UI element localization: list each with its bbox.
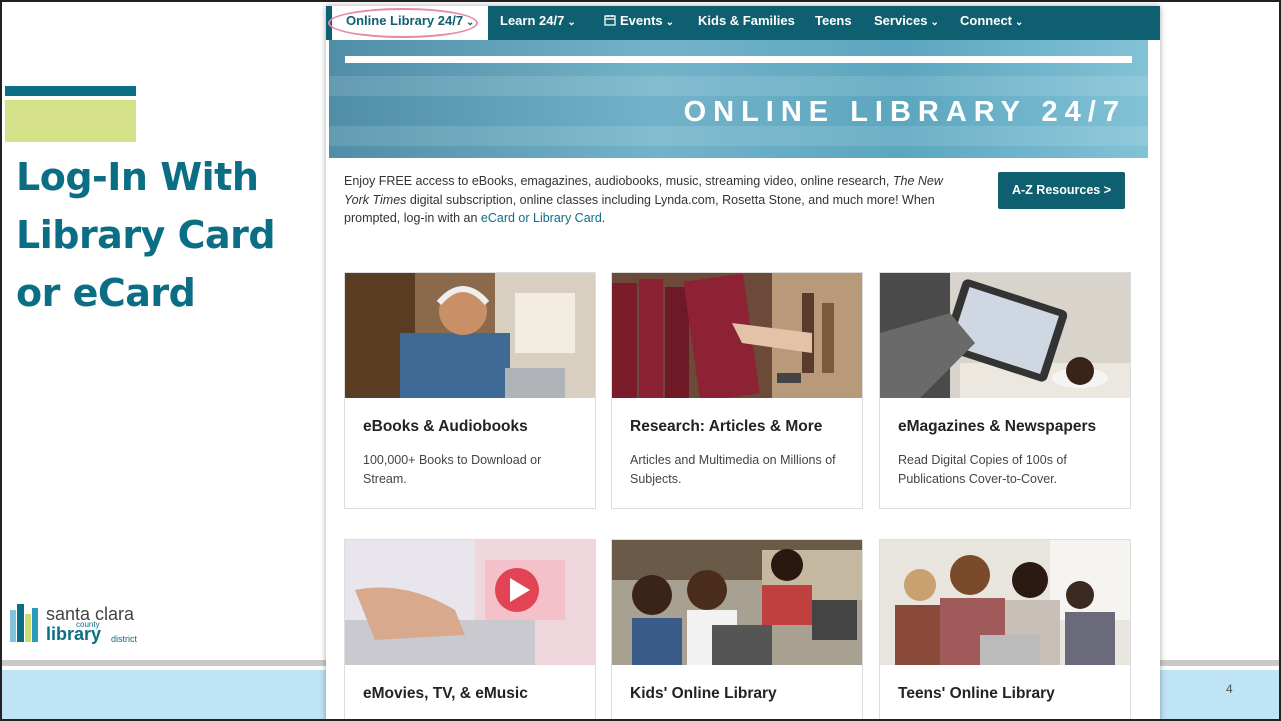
accent-bar-lime (5, 100, 136, 142)
nav-label: Teens (815, 13, 852, 28)
card-research[interactable]: Research: Articles & More Articles and M… (611, 272, 863, 509)
nav-kids-families[interactable]: Kids & Families (698, 6, 795, 40)
highlight-circle (328, 8, 478, 38)
slide-title: Log-In With Library Card or eCard (16, 155, 276, 315)
card-title: eMovies, TV, & eMusic (363, 685, 528, 702)
card-ebooks[interactable]: eBooks & Audiobooks 100,000+ Books to Do… (344, 272, 596, 509)
hero-texture (329, 126, 1148, 146)
hero-banner: ONLINE LIBRARY 24/7 (329, 40, 1148, 158)
card-title: eMagazines & Newspapers (898, 418, 1097, 435)
nav-label: Connect (960, 13, 1012, 28)
hero-strip (345, 56, 1132, 63)
card-kids[interactable]: Kids' Online Library (611, 539, 863, 719)
card-image (880, 273, 1130, 398)
main-nav: Online Library 24/7 ⌄ Learn 24/7 ⌄ Events ⌄… (326, 6, 1160, 40)
nav-label: Services (874, 13, 928, 28)
card-emagazines[interactable]: eMagazines & Newspapers Read Digital Cop… (879, 272, 1131, 509)
nav-learn[interactable]: Learn 24/7 ⌄ (500, 6, 576, 40)
chevron-down-icon: ⌄ (665, 17, 675, 28)
chevron-down-icon: ⌄ (930, 17, 939, 28)
nav-label: Kids & Families (698, 13, 795, 28)
logo-text-library: library (46, 624, 102, 644)
intro-part: . (601, 211, 606, 225)
website-screenshot: Online Library 24/7 ⌄ Learn 24/7 ⌄ Events ⌄… (326, 6, 1160, 719)
card-image (345, 540, 595, 665)
ecard-link[interactable]: eCard or Library Card (481, 211, 602, 225)
card-image (345, 273, 595, 398)
card-emovies[interactable]: eMovies, TV, & eMusic (344, 539, 596, 719)
hero-texture (329, 76, 1148, 96)
santa-clara-library-logo: santa clara county library district (8, 602, 148, 646)
card-title: Research: Articles & More (630, 418, 823, 435)
card-image (880, 540, 1130, 665)
card-description: 100,000+ Books to Download or Stream. (363, 453, 542, 486)
nav-teens[interactable]: Teens (815, 6, 852, 40)
nav-events[interactable]: Events ⌄ (604, 6, 674, 40)
nav-label: Events (620, 13, 663, 28)
card-description: Read Digital Copies of 100s of Publicati… (898, 453, 1067, 486)
intro-part: digital subscription, online classes inc… (344, 192, 935, 226)
card-title: Kids' Online Library (630, 685, 777, 702)
logo-text-district: district (111, 634, 138, 644)
accent-bar-teal (5, 86, 136, 96)
nav-connect[interactable]: Connect ⌄ (960, 6, 1023, 40)
card-title: Teens' Online Library (898, 685, 1055, 702)
calendar-icon (604, 15, 616, 26)
card-title: eBooks & Audiobooks (363, 418, 528, 435)
intro-part: Enjoy FREE access to eBooks, emagazines,… (344, 174, 893, 188)
page-number: 4 (1226, 682, 1233, 696)
slide: Log-In With Library Card or eCard 4 sant… (0, 0, 1281, 721)
chevron-down-icon: ⌄ (567, 17, 576, 28)
card-teens[interactable]: Teens' Online Library (879, 539, 1131, 719)
card-description: Articles and Multimedia on Millions of S… (630, 453, 836, 486)
intro-text: Enjoy FREE access to eBooks, emagazines,… (344, 172, 944, 228)
card-image (612, 273, 862, 398)
hero-title: ONLINE LIBRARY 24/7 (683, 96, 1126, 128)
card-image (612, 540, 862, 665)
nav-label: Learn 24/7 (500, 13, 565, 28)
nav-services[interactable]: Services ⌄ (874, 6, 939, 40)
az-resources-button[interactable]: A-Z Resources > (998, 172, 1125, 209)
chevron-down-icon: ⌄ (1015, 17, 1024, 28)
